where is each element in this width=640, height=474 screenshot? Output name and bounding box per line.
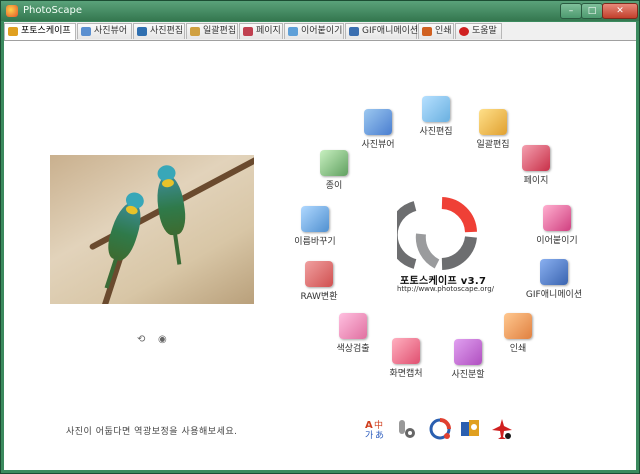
- menu-label: GIF애니메이션: [525, 290, 583, 300]
- menu-rename[interactable]: 이름바꾸기: [285, 206, 345, 254]
- menu-splitter[interactable]: 사진분할: [438, 339, 498, 387]
- tab-label: 인쇄: [435, 26, 452, 36]
- menu-label: 이어붙이기: [536, 236, 578, 246]
- minimize-button[interactable]: –: [560, 3, 582, 19]
- svg-text:あ: あ: [375, 430, 384, 440]
- menu-label: 사진뷰어: [361, 140, 395, 150]
- bird-shape: [153, 164, 189, 265]
- tab-label: 도움말: [472, 26, 497, 36]
- batch-editor-icon: [479, 109, 507, 135]
- tab-label: 포토스케이프: [21, 26, 71, 36]
- tab-editor[interactable]: 사진편집: [133, 23, 185, 39]
- tab-label: 이어붙이기: [301, 26, 343, 36]
- menu-paper[interactable]: 종이: [304, 150, 364, 198]
- screen-capture-icon: [392, 338, 420, 364]
- menu-label: 화면캡처: [389, 369, 423, 379]
- color-picker-icon: [339, 313, 367, 339]
- page-icon: [243, 27, 253, 36]
- editor-icon: [137, 27, 147, 36]
- combine-icon: [288, 27, 298, 36]
- menu-raw-converter[interactable]: RAW변환: [289, 261, 349, 309]
- svg-text:A: A: [365, 420, 373, 431]
- app-icon: [6, 5, 18, 17]
- photoscape-logo-icon[interactable]: [429, 418, 451, 440]
- tab-combine[interactable]: 이어붙이기: [284, 23, 344, 39]
- tools-icon[interactable]: [396, 418, 418, 440]
- sample-photo: [50, 155, 254, 304]
- tab-label: 사진뷰어: [94, 26, 128, 36]
- print-icon: [504, 313, 532, 339]
- language-icon[interactable]: A 中 가 あ: [364, 418, 386, 440]
- eye-icon[interactable]: ◉: [158, 334, 167, 345]
- maximize-button[interactable]: □: [581, 3, 603, 19]
- menu-editor[interactable]: 사진편집: [406, 96, 466, 144]
- viewer-icon: [364, 109, 392, 135]
- menu-gif-animation[interactable]: GIF애니메이션: [524, 259, 584, 307]
- editor-icon: [422, 96, 450, 122]
- tab-viewer[interactable]: 사진뷰어: [77, 23, 132, 39]
- menu-page[interactable]: 페이지: [506, 145, 566, 193]
- paper-icon: [320, 150, 348, 176]
- menu-color-picker[interactable]: 색상검출: [323, 313, 383, 361]
- app-window: PhotoScape – □ ✕ 포토스케이프 사진뷰어 사진편집 일괄편집 페…: [0, 0, 640, 474]
- menu-label: RAW변환: [300, 292, 338, 302]
- print-icon: [422, 27, 432, 36]
- page-icon: [522, 145, 550, 171]
- menu-label: 색상검출: [336, 344, 370, 354]
- photoscape-logo: [397, 197, 477, 270]
- menu-label: 이름바꾸기: [294, 237, 336, 247]
- batch-editor-icon: [190, 27, 200, 36]
- window-title: PhotoScape: [23, 5, 82, 16]
- svg-text:中: 中: [374, 419, 383, 431]
- bird-shape: [103, 190, 147, 289]
- tab-label: 사진편집: [150, 26, 184, 36]
- menu-combine[interactable]: 이어붙이기: [527, 205, 587, 253]
- tip-text: 사진이 어둡다면 역광보정을 사용해보세요.: [66, 427, 238, 437]
- raw-converter-icon: [305, 261, 333, 287]
- refresh-icon[interactable]: ⟲: [137, 334, 145, 345]
- help-icon: [459, 27, 469, 36]
- tab-page[interactable]: 페이지: [239, 23, 283, 39]
- logo-url[interactable]: http://www.photoscape.org/: [397, 285, 494, 293]
- tab-help[interactable]: 도움말: [455, 23, 502, 39]
- plane-icon[interactable]: [491, 418, 513, 440]
- menu-label: 사진편집: [419, 127, 453, 137]
- gif-icon: [540, 259, 568, 285]
- tab-photoscape[interactable]: 포토스케이프: [4, 23, 76, 40]
- tab-gif-animation[interactable]: GIF애니메이션: [345, 23, 419, 39]
- menu-label: 종이: [325, 181, 343, 191]
- template-icon[interactable]: [459, 418, 481, 440]
- close-button[interactable]: ✕: [602, 3, 638, 19]
- menu-screen-capture[interactable]: 화면캡처: [376, 338, 436, 386]
- tab-label: 페이지: [256, 26, 281, 36]
- tab-label: GIF애니메이션: [362, 26, 419, 36]
- menu-label: 사진분할: [451, 370, 485, 380]
- svg-text:가: 가: [365, 430, 373, 440]
- menu-label: 페이지: [523, 176, 549, 186]
- tab-print[interactable]: 인쇄: [418, 23, 454, 39]
- rename-icon: [301, 206, 329, 232]
- tab-batch-editor[interactable]: 일괄편집: [186, 23, 238, 39]
- photoscape-icon: [8, 27, 18, 36]
- viewer-icon: [81, 27, 91, 36]
- title-bar: PhotoScape – □ ✕: [1, 1, 639, 21]
- main-content: ⟲ ◉ 사진이 어둡다면 역광보정을 사용해보세요. 포토스케이프 v3.7 h…: [4, 41, 636, 470]
- splitter-icon: [454, 339, 482, 365]
- combine-icon: [543, 205, 571, 231]
- tab-bar: 포토스케이프 사진뷰어 사진편집 일괄편집 페이지 이어붙이기 GIF애니메이션…: [4, 22, 636, 41]
- tab-label: 일괄편집: [203, 26, 237, 36]
- gif-icon: [349, 27, 359, 36]
